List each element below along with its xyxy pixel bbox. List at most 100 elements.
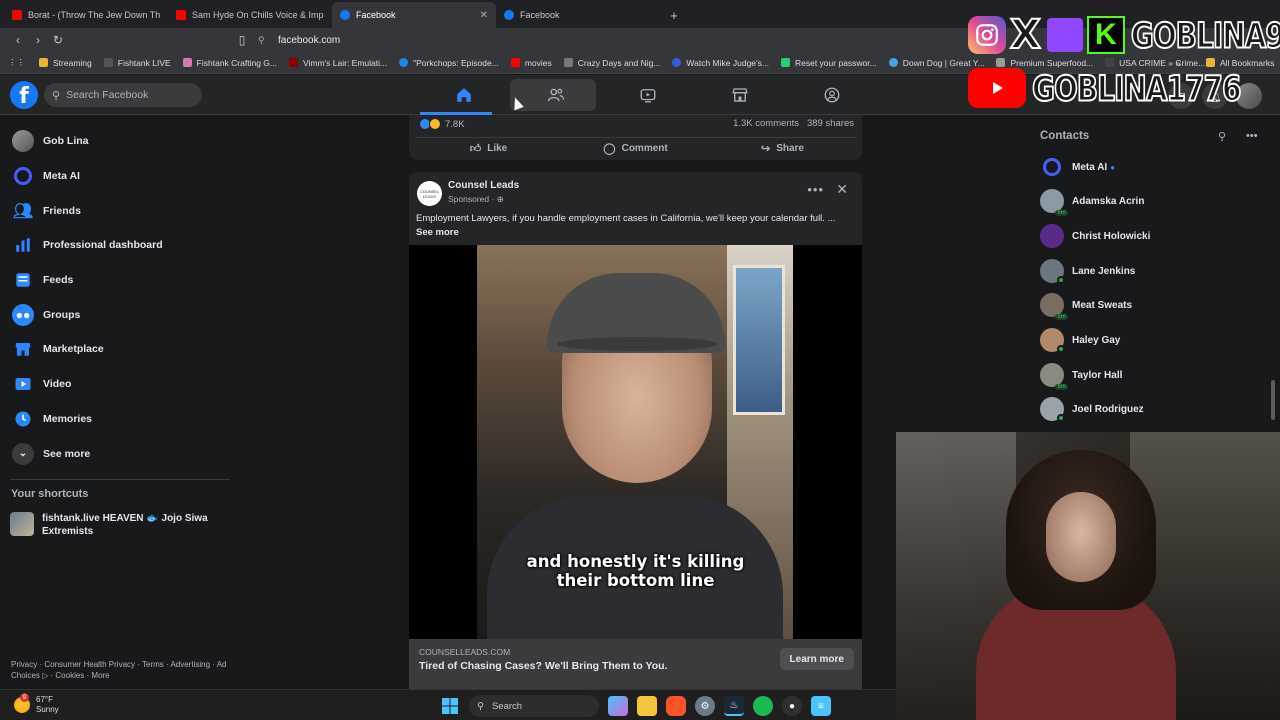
browser-tab[interactable]: Facebook xyxy=(496,2,660,28)
more-bookmarks-icon[interactable]: » xyxy=(1176,58,1181,68)
weather-widget[interactable]: 9 67°F Sunny xyxy=(14,693,59,715)
bookmark-item[interactable]: movies xyxy=(510,58,552,68)
steam-icon[interactable]: ♨ xyxy=(724,696,744,716)
site-info-icon[interactable]: ⚲ xyxy=(258,35,268,45)
sidebar-item-memories[interactable]: Memories xyxy=(0,402,240,437)
reaction-summary[interactable]: 7.8K xyxy=(419,118,465,130)
sidebar-item-meta-ai[interactable]: Meta AI xyxy=(0,159,240,194)
bookmark-item[interactable]: Fishtank LIVE xyxy=(103,58,171,68)
brave-browser-icon[interactable] xyxy=(666,696,686,716)
browser-tab-active[interactable]: Facebook ✕ xyxy=(332,2,496,28)
contacts-scrollbar[interactable] xyxy=(1271,380,1275,420)
sidebar-item-friends[interactable]: 👥︎ Friends xyxy=(0,193,240,228)
bookmark-item[interactable]: Watch Mike Judge's... xyxy=(672,58,769,68)
browser-tab[interactable]: Borat - (Throw The Jew Down The W... xyxy=(4,2,168,28)
shortcut-item[interactable]: fishtank.live HEAVEN 🐟 Jojo Siwa Extremi… xyxy=(10,512,220,538)
bookmark-item[interactable]: "Porkchops: Episode... xyxy=(399,58,499,68)
ad-link-bar[interactable]: COUNSELLEADS.COM Tired of Chasing Cases?… xyxy=(409,639,862,692)
nav-home[interactable] xyxy=(418,75,510,115)
back-icon[interactable]: ‹ xyxy=(8,30,28,50)
sidebar-item-label: Memories xyxy=(43,412,93,425)
bookmark-item[interactable]: Fishtank Crafting G... xyxy=(182,58,277,68)
sidebar-item-see-more[interactable]: ⌄ See more xyxy=(0,436,240,471)
sidebar-item-label: Video xyxy=(43,378,72,391)
caption-text: Employment Lawyers, if you handle employ… xyxy=(416,213,836,224)
sidebar-item-groups[interactable]: ●● Groups xyxy=(0,297,240,332)
bookmark-favicon-icon xyxy=(672,58,682,67)
more-options-icon[interactable]: ••• xyxy=(807,182,824,197)
spotify-icon[interactable] xyxy=(753,696,773,716)
previous-post-footer: 7.8K 1.3K comments 389 shares 👍︎ Like ◯ Co… xyxy=(409,115,862,160)
sidebar-item-video[interactable]: Video xyxy=(0,367,240,402)
windows-start-icon[interactable] xyxy=(440,696,460,716)
settings-icon[interactable]: ⚙ xyxy=(695,696,715,716)
footer-links[interactable]: Privacy · Consumer Health Privacy · Term… xyxy=(11,659,236,681)
screen: Borat - (Throw The Jew Down The W... Sam… xyxy=(0,0,1280,720)
browser-tab[interactable]: Sam Hyde On Chills Voice & Impressi... xyxy=(168,2,332,28)
twitch-icon xyxy=(1046,18,1083,52)
taskbar-search[interactable]: ⚲ Search xyxy=(469,695,599,717)
sidebar-item-profile[interactable]: Gob Lina xyxy=(0,124,240,159)
bookmark-item[interactable]: Premium Superfood... xyxy=(996,58,1093,68)
comment-count[interactable]: 1.3K comments xyxy=(733,118,799,129)
see-more-link[interactable]: See more xyxy=(416,226,856,240)
advertiser-avatar[interactable]: COUNSEL LEADS xyxy=(417,181,442,206)
contact-item[interactable]: Haley Gay xyxy=(1040,325,1120,355)
copilot-icon[interactable] xyxy=(608,696,628,716)
bookmark-icon[interactable]: ▯ xyxy=(232,30,252,50)
bookmark-item[interactable]: Reset your passwor... xyxy=(780,58,877,68)
contacts-options-icon[interactable]: ••• xyxy=(1246,130,1258,142)
sidebar-item-marketplace[interactable]: Marketplace xyxy=(0,332,240,367)
advertiser-name[interactable]: Counsel Leads xyxy=(448,180,519,191)
feeds-icon xyxy=(12,269,34,291)
contact-item[interactable]: 5m Adamska Acrin xyxy=(1040,186,1144,216)
comment-button[interactable]: ◯ Comment xyxy=(562,138,709,159)
contact-name: Adamska Acrin xyxy=(1072,195,1145,207)
bookmark-item[interactable]: Down Dog | Great Y... xyxy=(888,58,984,68)
share-icon: ↪ xyxy=(760,143,771,155)
contact-item[interactable]: Lane Jenkins xyxy=(1040,256,1135,286)
forward-icon[interactable]: › xyxy=(28,30,48,50)
bookmark-item[interactable]: Crazy Days and Nig... xyxy=(563,58,660,68)
obs-icon[interactable]: ● xyxy=(782,696,802,716)
nav-marketplace[interactable] xyxy=(694,75,786,115)
url-field[interactable]: ⚲ facebook.com xyxy=(258,30,898,50)
contact-item[interactable]: 5m Meat Sweats xyxy=(1040,290,1132,320)
apps-icon[interactable]: ⋮⋮ xyxy=(8,57,25,68)
sidebar-item-dashboard[interactable]: Professional dashboard xyxy=(0,228,240,263)
online-indicator xyxy=(1057,345,1065,353)
contact-name: Taylor Hall xyxy=(1072,369,1123,381)
reload-icon[interactable]: ↻ xyxy=(48,30,68,50)
bookmark-item[interactable]: USA CRIME » Crime... xyxy=(1105,58,1205,68)
sidebar-item-feeds[interactable]: Feeds xyxy=(0,263,240,298)
file-explorer-icon[interactable] xyxy=(637,696,657,716)
learn-more-button[interactable]: Learn more xyxy=(779,648,854,670)
sponsored-post: COUNSEL LEADS Counsel Leads Sponsored · … xyxy=(409,172,862,692)
dashboard-icon xyxy=(12,234,34,256)
contact-item[interactable]: Christ Holowicki xyxy=(1040,221,1150,251)
bookmark-label: USA CRIME » Crime... xyxy=(1119,57,1206,68)
hide-post-icon[interactable]: ✕ xyxy=(836,181,848,198)
facebook-search-input[interactable]: ⚲ Search Facebook xyxy=(44,83,202,107)
chevron-down-icon: ⌄ xyxy=(12,442,34,465)
nav-friends[interactable] xyxy=(510,75,602,115)
nav-video[interactable] xyxy=(602,75,694,115)
contact-item[interactable]: Meta AI ● xyxy=(1040,152,1115,182)
all-bookmarks-button[interactable]: All Bookmarks xyxy=(1206,58,1274,68)
notepad-icon[interactable]: ≡ xyxy=(811,696,831,716)
search-contacts-icon[interactable]: ⚲ xyxy=(1218,130,1226,143)
nav-groups[interactable] xyxy=(786,75,878,115)
last-active-badge: 5m xyxy=(1055,210,1068,216)
share-count[interactable]: 389 shares xyxy=(807,118,854,129)
like-button[interactable]: 👍︎ Like xyxy=(415,138,562,159)
sidebar-item-label: Gob Lina xyxy=(43,135,89,148)
contact-item[interactable]: 6m Taylor Hall xyxy=(1040,360,1122,390)
close-tab-icon[interactable]: ✕ xyxy=(480,10,488,21)
ad-video[interactable]: and honestly it's killing their bottom l… xyxy=(409,245,862,692)
bookmark-item[interactable]: Streaming xyxy=(39,58,92,68)
facebook-logo-icon[interactable]: f xyxy=(10,81,38,109)
new-tab-button[interactable]: + xyxy=(664,2,684,28)
bookmark-item[interactable]: Vimm's Lair: Emulati... xyxy=(288,58,387,68)
contact-item[interactable]: Joel Rodriguez xyxy=(1040,394,1144,424)
share-button[interactable]: ↪ Share xyxy=(709,138,856,159)
